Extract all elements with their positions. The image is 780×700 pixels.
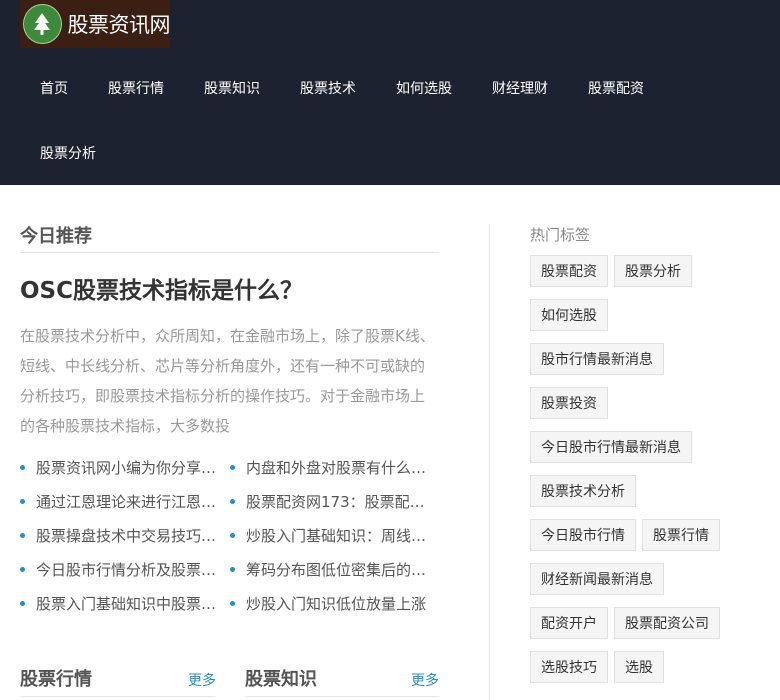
tag-button[interactable]: 股票分析 (614, 255, 692, 287)
today-section-title: 今日推荐 (20, 226, 92, 247)
site-header: 股票资讯网 首页 股票行情 股票知识 股票技术 如何选股 财经理财 股票配资 股… (0, 0, 780, 185)
tag-button[interactable]: 股市行情最新消息 (530, 343, 664, 375)
list-item[interactable]: 今日股市行情分析及股票推荐 (20, 559, 226, 579)
tag-button[interactable]: 选股 (614, 651, 664, 683)
section-divider (245, 696, 439, 697)
tag-button[interactable]: 今日股市行情 (530, 519, 636, 551)
list-item[interactable]: 股票操盘技术中交易技巧分析 (20, 525, 226, 545)
tree-logo-icon (23, 4, 62, 44)
bullet-icon (20, 601, 25, 606)
hot-tags-title: 热门标签 (530, 226, 591, 244)
bullet-icon (20, 499, 25, 504)
site-logo[interactable]: 股票资讯网 (20, 0, 170, 48)
list-item[interactable]: 炒股入门基础知识：周线选股 (230, 525, 436, 545)
nav-item-knowledge[interactable]: 股票知识 (204, 78, 260, 98)
market-section-title: 股票行情 (20, 669, 92, 690)
column-divider (489, 225, 490, 700)
knowledge-more-link[interactable]: 更多 (411, 670, 439, 690)
nav-item-stock-picking[interactable]: 如何选股 (396, 78, 452, 98)
tag-button[interactable]: 股票技术分析 (530, 475, 636, 507)
list-item[interactable]: 内盘和外盘对股票有什么影响 (230, 457, 436, 477)
logo-text: 股票资讯网 (67, 13, 171, 37)
list-item[interactable]: 筹码分布图低位密集后的走势 (230, 559, 436, 579)
list-item[interactable]: 股票资讯网小编为你分享操盘技巧 (20, 457, 226, 477)
knowledge-section-title: 股票知识 (245, 669, 317, 690)
tag-button[interactable]: 今日股市行情最新消息 (530, 431, 692, 463)
bullet-icon (20, 533, 25, 538)
list-item[interactable]: 通过江恩理论来进行江恩分析 (20, 491, 226, 511)
section-divider (20, 696, 215, 697)
bullet-icon (20, 567, 25, 572)
nav-item-technique[interactable]: 股票技术 (300, 78, 356, 98)
tag-button[interactable]: 股票配资 (530, 255, 608, 287)
tag-button[interactable]: 股票配资公司 (614, 607, 720, 639)
featured-article-title[interactable]: OSC股票技术指标是什么？ (20, 271, 303, 305)
bullet-icon (20, 465, 25, 470)
featured-article-summary: 在股票技术分析中，众所周知，在金融市场上，除了股票K线、短线、中长线分析、芯片等… (20, 327, 435, 435)
section-divider (20, 252, 439, 253)
list-item[interactable]: 股票入门基础知识中股票术语 (20, 593, 226, 613)
tag-button[interactable]: 财经新闻最新消息 (530, 563, 664, 595)
bullet-icon (230, 533, 235, 538)
tag-button[interactable]: 配资开户 (530, 607, 608, 639)
list-item[interactable]: 炒股入门知识低位放量上涨 (230, 593, 436, 613)
nav-item-home[interactable]: 首页 (40, 78, 68, 98)
tag-button[interactable]: 选股技巧 (530, 651, 608, 683)
market-more-link[interactable]: 更多 (188, 670, 216, 690)
tag-button[interactable]: 股票行情 (642, 519, 720, 551)
nav-item-market[interactable]: 股票行情 (108, 78, 164, 98)
tag-button[interactable]: 股票投资 (530, 387, 608, 419)
bullet-icon (230, 499, 235, 504)
bullet-icon (230, 465, 235, 470)
nav-item-finance[interactable]: 财经理财 (492, 78, 548, 98)
nav-item-margin[interactable]: 股票配资 (588, 78, 644, 98)
tag-button[interactable]: 如何选股 (530, 299, 608, 331)
nav-item-analysis[interactable]: 股票分析 (40, 143, 96, 163)
list-item[interactable]: 股票配资网173：股票配资平台 (230, 491, 436, 511)
bullet-icon (230, 601, 235, 606)
bullet-icon (230, 567, 235, 572)
